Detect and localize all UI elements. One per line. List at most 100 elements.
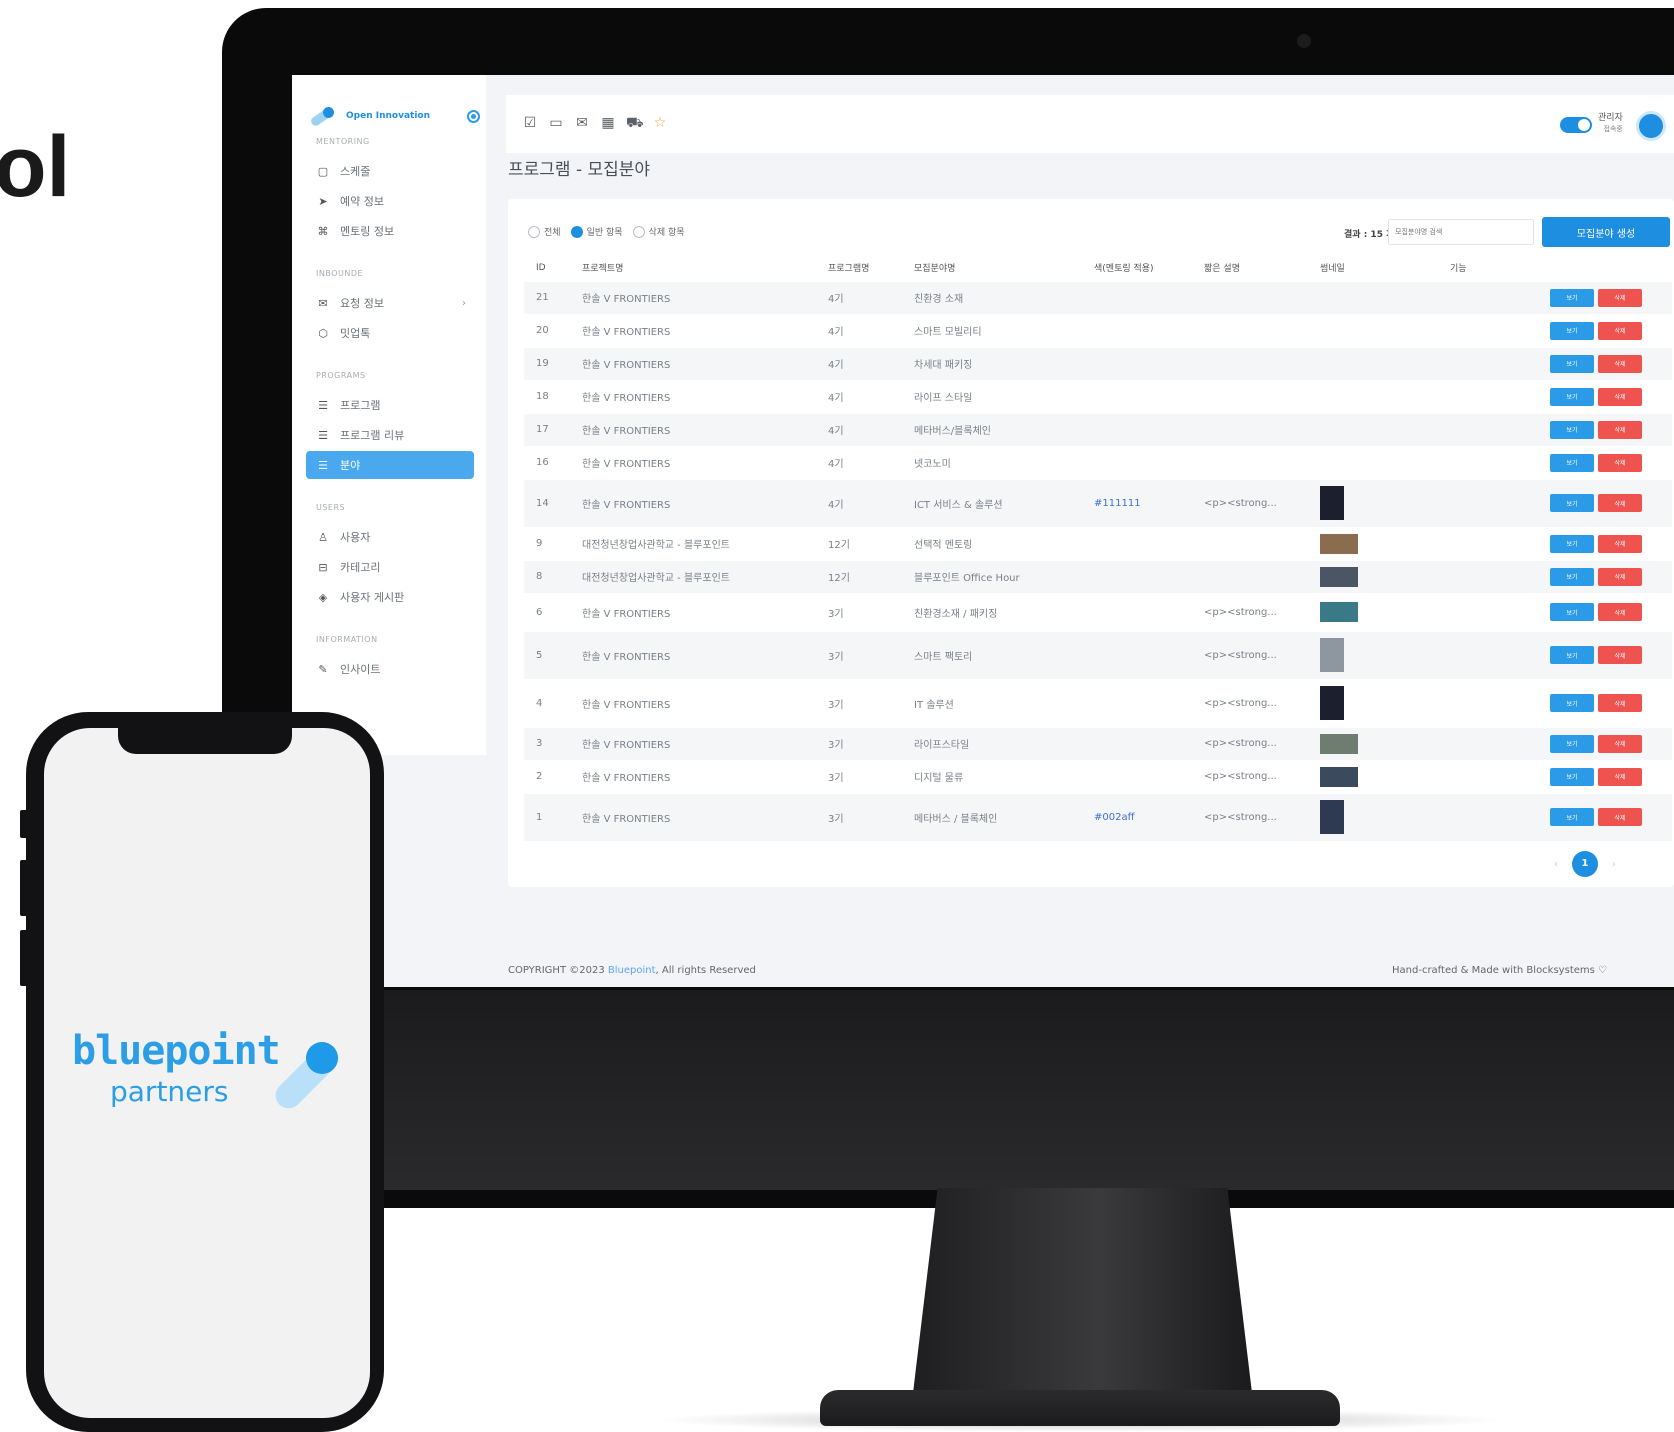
- delete-button[interactable]: 삭제: [1598, 494, 1642, 512]
- delete-button[interactable]: 삭제: [1598, 354, 1642, 373]
- thumbnail-image: [1320, 533, 1358, 554]
- view-button[interactable]: 보기: [1550, 420, 1594, 439]
- check-square-icon[interactable]: ☑: [522, 115, 538, 133]
- delete-button[interactable]: 삭제: [1598, 387, 1642, 406]
- view-button[interactable]: 보기: [1550, 694, 1594, 712]
- sidebar-item[interactable]: ☰ 프로그램 리뷰: [306, 421, 474, 449]
- sidebar-item[interactable]: ☰ 프로그램: [306, 391, 474, 419]
- monitor-chin: [222, 990, 1674, 1190]
- sidebar-item[interactable]: ☰ 분야: [306, 451, 474, 479]
- prev-page-button[interactable]: ‹: [1554, 859, 1558, 870]
- view-button[interactable]: 보기: [1550, 767, 1594, 786]
- delete-button[interactable]: 삭제: [1598, 288, 1642, 307]
- cell-project: 한솔 V FRONTIERS: [570, 280, 816, 314]
- copyright-suffix: , All rights Reserved: [655, 965, 756, 976]
- view-button[interactable]: 보기: [1550, 354, 1594, 373]
- inbox-icon: ⊟: [318, 560, 328, 574]
- cell-id: 3: [524, 726, 570, 760]
- delete-button[interactable]: 삭제: [1598, 767, 1642, 786]
- view-button[interactable]: 보기: [1550, 567, 1594, 586]
- cell-actions: 보기 삭제: [1438, 280, 1672, 314]
- delete-button[interactable]: 삭제: [1598, 734, 1642, 753]
- sidebar-item[interactable]: ◈ 사용자 게시판: [306, 583, 474, 611]
- cell-actions: 보기 삭제: [1438, 726, 1672, 760]
- cell-desc: [1192, 346, 1308, 380]
- cell-field: 스마트 모빌리티: [902, 313, 1082, 347]
- radio-normal[interactable]: [570, 225, 583, 238]
- search-input[interactable]: [1388, 219, 1534, 245]
- view-button[interactable]: 보기: [1550, 494, 1594, 512]
- cell-color: [1082, 412, 1192, 446]
- delete-button[interactable]: 삭제: [1598, 694, 1642, 712]
- cell-field: 친환경 소재: [902, 280, 1082, 314]
- radio-normal-label: 일반 항목: [586, 228, 623, 238]
- column-header: 썸네일: [1320, 264, 1345, 275]
- view-button[interactable]: 보기: [1550, 734, 1594, 753]
- admin-toggle[interactable]: [1560, 117, 1592, 133]
- admin-screen: Open Innovation MENTORING ▢ 스케줄 ➤ 예약 정보 ⌘ 멘토링 …: [292, 75, 1674, 987]
- cell-desc: [1192, 445, 1308, 479]
- cart-icon[interactable]: ⛟: [626, 115, 644, 133]
- radio-all[interactable]: [528, 225, 540, 238]
- next-page-button[interactable]: ›: [1612, 859, 1616, 870]
- cell-id: 19: [524, 346, 570, 380]
- delete-button[interactable]: 삭제: [1598, 567, 1642, 586]
- thumbnail-image: [1320, 486, 1344, 520]
- sidebar-item[interactable]: ✉ 요청 정보 ›: [306, 289, 474, 317]
- create-field-button[interactable]: 모집분야 생성: [1542, 217, 1670, 247]
- calendar-icon[interactable]: ▦: [600, 115, 616, 133]
- sidebar-item[interactable]: ♙ 사용자: [306, 523, 474, 551]
- cell-program: 12기: [816, 559, 902, 593]
- cell-actions: 보기 삭제: [1438, 592, 1672, 631]
- thumbnail-image: [1320, 566, 1358, 587]
- view-button[interactable]: 보기: [1550, 288, 1594, 307]
- phone-notch: [118, 728, 292, 754]
- delete-button[interactable]: 삭제: [1598, 646, 1642, 664]
- cell-program: 3기: [816, 678, 902, 727]
- admin-sub-label: 접속중: [1603, 125, 1623, 133]
- view-button[interactable]: 보기: [1550, 453, 1594, 472]
- cell-project: 한솔 V FRONTIERS: [570, 726, 816, 760]
- cell-color: [1082, 526, 1192, 560]
- cell-desc: [1192, 559, 1308, 593]
- admin-status: 관리자 접속중: [1598, 113, 1623, 135]
- star-icon[interactable]: ☆: [652, 115, 668, 133]
- radio-deleted[interactable]: [632, 225, 645, 238]
- column-header: ID: [536, 262, 546, 273]
- mail-icon[interactable]: ✉: [574, 115, 590, 133]
- sidebar-item[interactable]: ➤ 예약 정보: [306, 187, 474, 215]
- view-button[interactable]: 보기: [1550, 603, 1594, 621]
- message-icon[interactable]: ▭: [548, 115, 564, 133]
- settings-icon[interactable]: [467, 109, 480, 123]
- sidebar-item[interactable]: ⌘ 멘토링 정보: [306, 217, 474, 245]
- sidebar-logo[interactable]: Open Innovation: [309, 103, 480, 129]
- delete-button[interactable]: 삭제: [1598, 453, 1642, 472]
- cell-id: 20: [524, 313, 570, 347]
- sidebar-item[interactable]: ✎ 인사이트: [306, 655, 474, 683]
- thumbnail-image: [1320, 686, 1344, 720]
- sidebar-item[interactable]: ⊟ 카테고리: [306, 553, 474, 581]
- footer-copyright: COPYRIGHT ©2023 Bluepoint, All rights Re…: [508, 965, 756, 976]
- view-button[interactable]: 보기: [1550, 321, 1594, 340]
- cell-thumbnail: [1308, 678, 1438, 727]
- sidebar-item[interactable]: ▢ 스케줄: [306, 157, 474, 185]
- delete-button[interactable]: 삭제: [1598, 321, 1642, 340]
- sidebar-item[interactable]: ⬡ 밋업톡: [306, 319, 474, 347]
- cell-program: 4기: [816, 478, 902, 527]
- delete-button[interactable]: 삭제: [1598, 808, 1642, 827]
- cell-desc: <p><strong...: [1192, 592, 1308, 631]
- sidebar-item-label: 밋업톡: [340, 327, 371, 340]
- view-button[interactable]: 보기: [1550, 534, 1594, 553]
- cell-desc: <p><strong...: [1192, 678, 1308, 727]
- radio-deleted-label: 삭제 항목: [648, 228, 685, 238]
- cell-field: 블루포인트 Office Hour: [902, 559, 1082, 593]
- view-button[interactable]: 보기: [1550, 808, 1594, 827]
- delete-button[interactable]: 삭제: [1598, 603, 1642, 621]
- footer-brand-link[interactable]: Bluepoint: [608, 965, 656, 976]
- page-button-current[interactable]: 1: [1572, 851, 1598, 877]
- view-button[interactable]: 보기: [1550, 387, 1594, 406]
- avatar[interactable]: [1636, 111, 1666, 141]
- view-button[interactable]: 보기: [1550, 646, 1594, 664]
- delete-button[interactable]: 삭제: [1598, 420, 1642, 439]
- delete-button[interactable]: 삭제: [1598, 534, 1642, 553]
